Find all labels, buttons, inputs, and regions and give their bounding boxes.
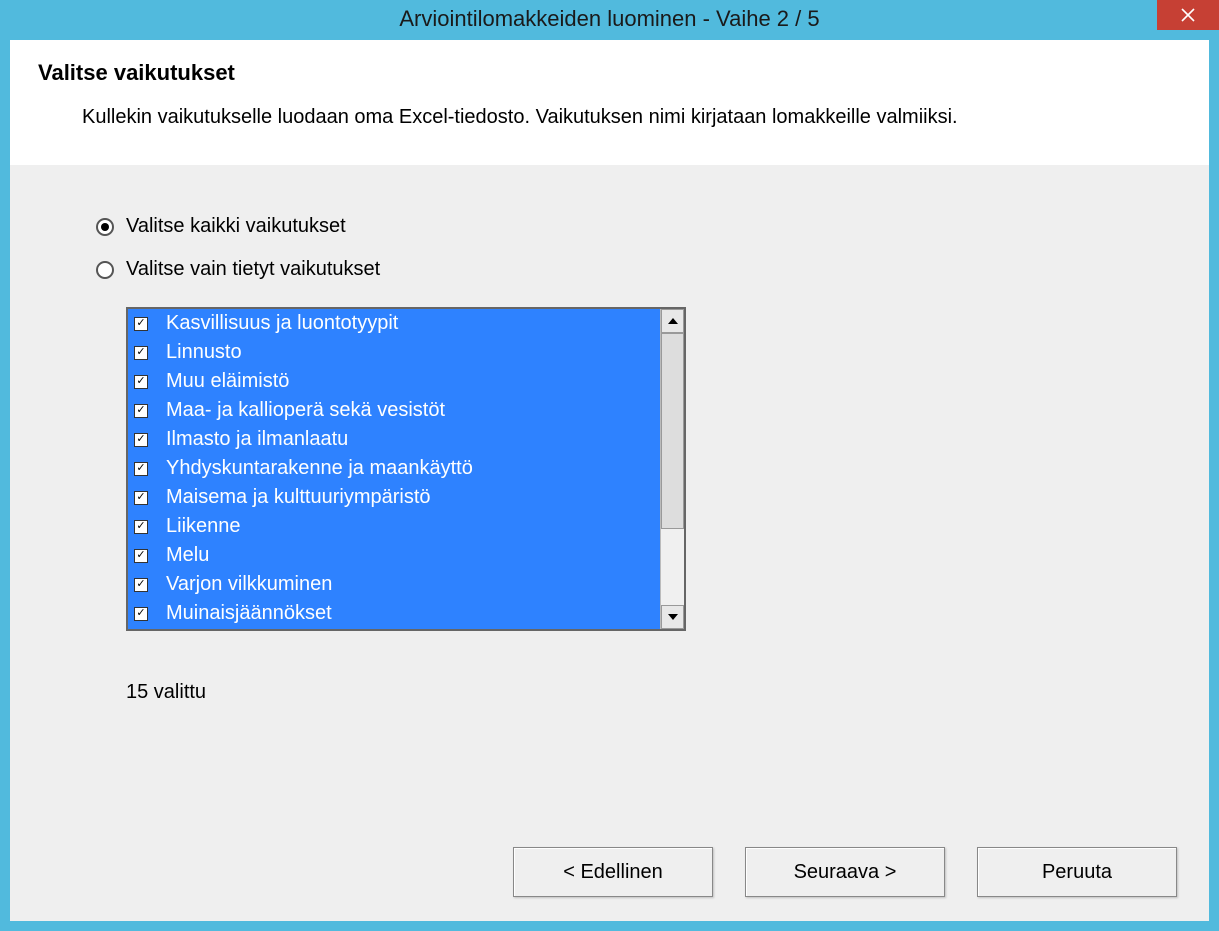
chevron-down-icon xyxy=(668,614,678,620)
listbox-items: ✓ Kasvillisuus ja luontotyypit ✓ Linnusto ✓ M… xyxy=(128,309,660,629)
scrollbar[interactable] xyxy=(660,309,684,629)
checkbox-icon[interactable]: ✓ xyxy=(134,549,148,563)
list-item-label: Muu eläimistö xyxy=(166,370,289,393)
list-item[interactable]: ✓ Linnusto xyxy=(128,338,660,367)
list-item-label: Melu xyxy=(166,544,209,567)
list-item[interactable]: ✓ Ilmasto ja ilmanlaatu xyxy=(128,425,660,454)
list-item[interactable]: ✓ Maisema ja kulttuuriympäristö xyxy=(128,483,660,512)
radio-select-some[interactable]: Valitse vain tietyt vaikutukset xyxy=(96,258,1181,281)
list-item-label: Maisema ja kulttuuriympäristö xyxy=(166,486,431,509)
radio-label-all: Valitse kaikki vaikutukset xyxy=(126,215,346,238)
window-title: Arviointilomakkeiden luominen - Vaihe 2 … xyxy=(399,6,819,32)
list-item[interactable]: ✓ Muu eläimistö xyxy=(128,367,660,396)
impacts-listbox[interactable]: ✓ Kasvillisuus ja luontotyypit ✓ Linnusto ✓ M… xyxy=(126,307,686,631)
next-button[interactable]: Seuraava > xyxy=(745,847,945,897)
checkbox-icon[interactable]: ✓ xyxy=(134,404,148,418)
list-item-label: Liikenne xyxy=(166,515,241,538)
list-item-label: Maa- ja kallioperä sekä vesistöt xyxy=(166,399,445,422)
list-item-label: Yhdyskuntarakenne ja maankäyttö xyxy=(166,457,473,480)
checkbox-icon[interactable]: ✓ xyxy=(134,375,148,389)
list-item-label: Muinaisjäännökset xyxy=(166,602,332,625)
scroll-up-button[interactable] xyxy=(661,309,684,333)
list-item[interactable]: ✓ Maa- ja kallioperä sekä vesistöt xyxy=(128,396,660,425)
checkbox-icon[interactable]: ✓ xyxy=(134,491,148,505)
page-description: Kullekin vaikutukselle luodaan oma Excel… xyxy=(82,106,1181,129)
checkbox-icon[interactable]: ✓ xyxy=(134,346,148,360)
list-item[interactable]: ✓ Melu xyxy=(128,541,660,570)
list-item[interactable]: ✓ Liikenne xyxy=(128,512,660,541)
wizard-buttons: < Edellinen Seuraava > Peruuta xyxy=(513,847,1177,897)
scroll-thumb[interactable] xyxy=(661,333,684,529)
titlebar: Arviointilomakkeiden luominen - Vaihe 2 … xyxy=(0,0,1219,38)
list-item[interactable]: ✓ Muinaisjäännökset xyxy=(128,599,660,628)
chevron-up-icon xyxy=(668,318,678,324)
list-item[interactable]: ✓ Varjon vilkkuminen xyxy=(128,570,660,599)
list-item[interactable]: ✓ Yhdyskuntarakenne ja maankäyttö xyxy=(128,454,660,483)
wizard-window: Arviointilomakkeiden luominen - Vaihe 2 … xyxy=(0,0,1219,931)
scroll-down-button[interactable] xyxy=(661,605,684,629)
checkbox-icon[interactable]: ✓ xyxy=(134,520,148,534)
checkbox-icon[interactable]: ✓ xyxy=(134,607,148,621)
checkbox-icon[interactable]: ✓ xyxy=(134,462,148,476)
cancel-button[interactable]: Peruuta xyxy=(977,847,1177,897)
checkbox-icon[interactable]: ✓ xyxy=(134,578,148,592)
list-item-label: Linnusto xyxy=(166,341,242,364)
checkbox-icon[interactable]: ✓ xyxy=(134,317,148,331)
checkbox-icon[interactable]: ✓ xyxy=(134,433,148,447)
previous-button[interactable]: < Edellinen xyxy=(513,847,713,897)
radio-select-all[interactable]: Valitse kaikki vaikutukset xyxy=(96,215,1181,238)
radio-icon xyxy=(96,218,114,236)
radio-label-some: Valitse vain tietyt vaikutukset xyxy=(126,258,380,281)
close-icon xyxy=(1181,8,1195,22)
header-panel: Valitse vaikutukset Kullekin vaikutuksel… xyxy=(10,40,1209,165)
radio-icon xyxy=(96,261,114,279)
list-item-label: Ilmasto ja ilmanlaatu xyxy=(166,428,348,451)
selection-count: 15 valittu xyxy=(126,681,1181,704)
page-heading: Valitse vaikutukset xyxy=(38,60,1181,86)
list-item[interactable]: ✓ Kasvillisuus ja luontotyypit xyxy=(128,309,660,338)
body-panel: Valitse kaikki vaikutukset Valitse vain … xyxy=(10,165,1209,724)
content-area: Valitse vaikutukset Kullekin vaikutuksel… xyxy=(10,40,1209,921)
list-item-label: Kasvillisuus ja luontotyypit xyxy=(166,312,398,335)
close-button[interactable] xyxy=(1157,0,1219,30)
list-item-label: Varjon vilkkuminen xyxy=(166,573,332,596)
